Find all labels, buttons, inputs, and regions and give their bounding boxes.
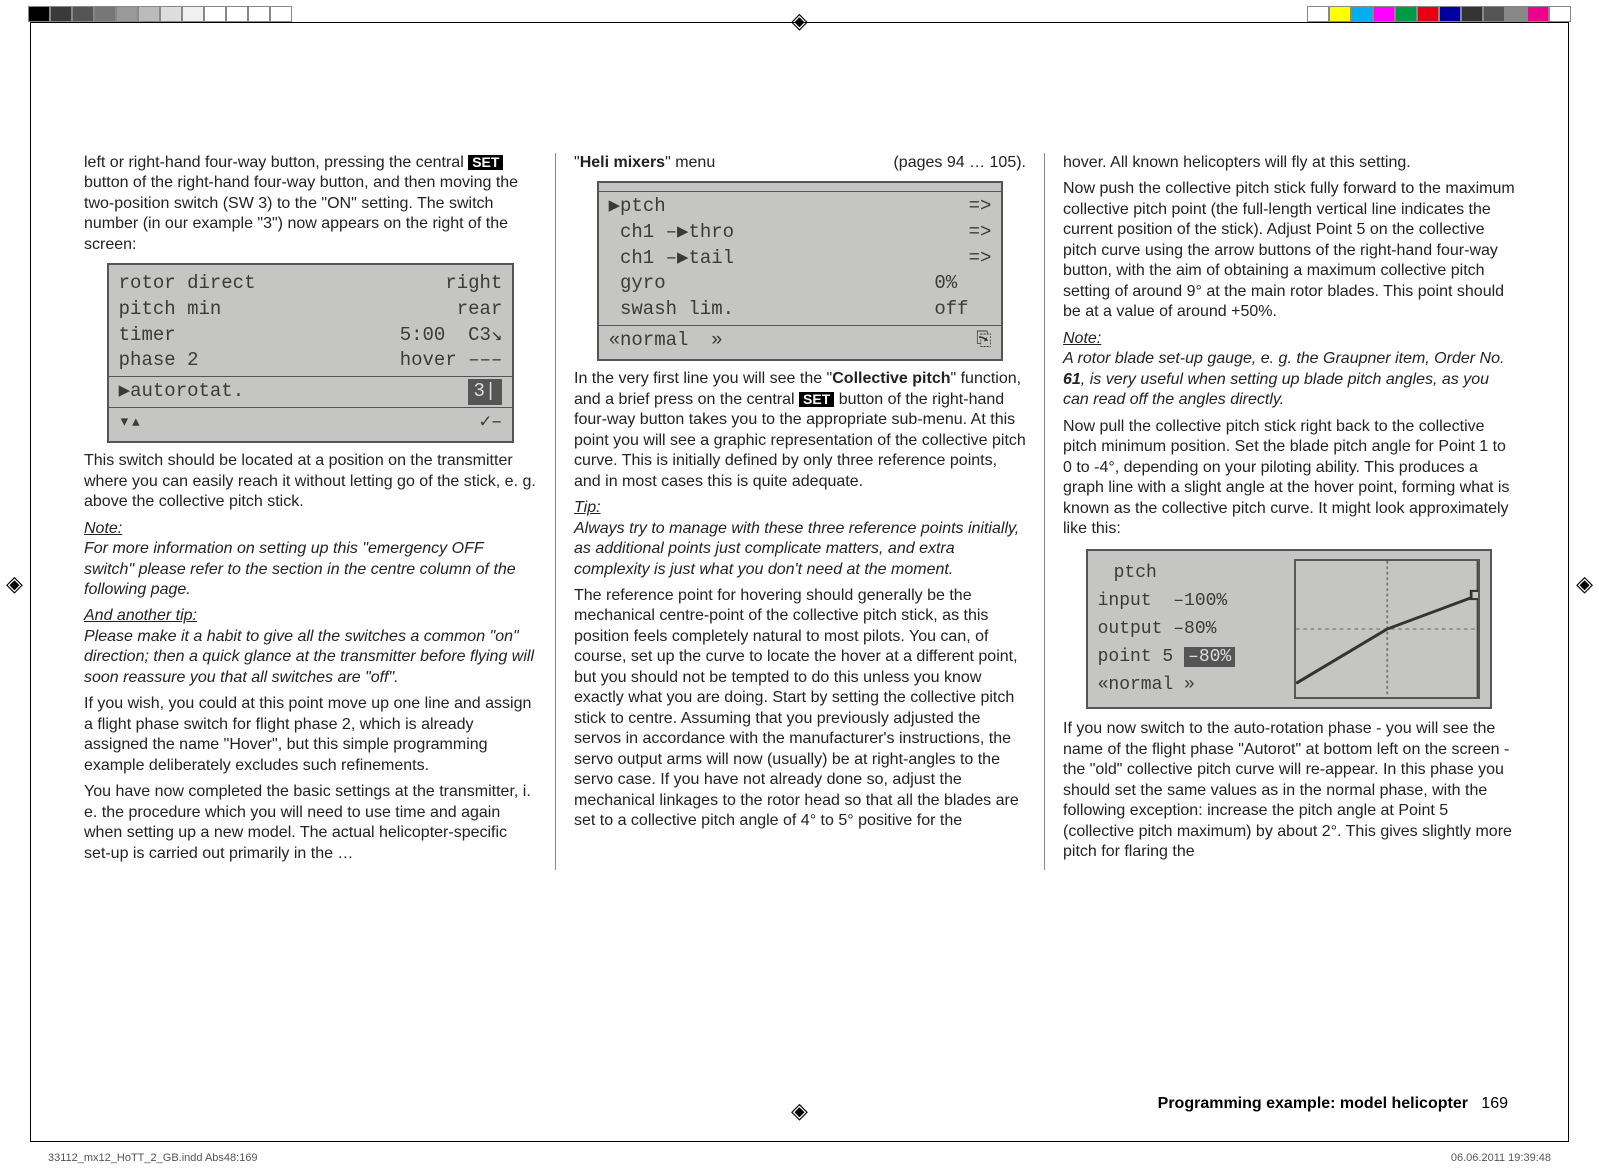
colorbar-right — [1307, 6, 1571, 22]
text: , is very useful when setting up blade p… — [1063, 371, 1489, 408]
lcd-row: timer5:00 C3↘ — [119, 323, 503, 349]
lcd-row-autorotat: ▶autorotat.3| — [119, 379, 503, 405]
graph-mode: «normal » — [1098, 674, 1284, 697]
column-2: "Heli mixers" menu (pages 94 … 105). ▶pt… — [555, 153, 1044, 870]
set-button-label: SET — [468, 155, 503, 170]
lcd-row: swash lim.off — [609, 297, 992, 323]
text: left or right-hand four-way button, pres… — [84, 154, 468, 171]
lcd-row: phase 2hover ––– — [119, 348, 503, 374]
text: button of the right-hand four-way button… — [84, 174, 518, 252]
menu-title: "Heli mixers" menu — [574, 153, 715, 173]
graph-title: ptch — [1114, 562, 1284, 585]
value: –80% — [1173, 619, 1216, 639]
lcd-row: ▶ptch=> — [609, 194, 992, 220]
timestamp: 06.06.2011 19:39:48 — [1451, 1152, 1551, 1164]
label: point 5 — [1098, 647, 1174, 667]
graph-plot-area — [1294, 559, 1480, 699]
menu-title-row: "Heli mixers" menu (pages 94 … 105). — [574, 153, 1026, 173]
body-text: The reference point for hovering should … — [574, 586, 1026, 832]
set-button-label: SET — [799, 392, 834, 407]
body-text: Now pull the collective pitch stick righ… — [1063, 417, 1515, 540]
registration-mark-icon: ◈ — [1576, 571, 1593, 597]
body-text: In the very first line you will see the … — [574, 369, 1026, 492]
label: input — [1098, 591, 1152, 611]
graph-row: output –80% — [1098, 618, 1284, 641]
lcd-row: gyro0% — [609, 271, 992, 297]
lcd-row: pitch minrear — [119, 297, 503, 323]
footer-section: Programming example: model helicopter — [1158, 1095, 1468, 1112]
page-frame: left or right-hand four-way button, pres… — [30, 22, 1569, 1142]
graph-row: point 5 –80% — [1098, 646, 1284, 669]
bold-text: Collective pitch — [832, 370, 950, 387]
curve-svg — [1296, 561, 1478, 697]
body-text: If you now switch to the auto-rotation p… — [1063, 719, 1515, 862]
lcd-screen-2: ▶ptch=> ch1 –▶thro=> ch1 –▶tail=> gyro0%… — [597, 181, 1004, 361]
file-ref: 33112_mx12_HoTT_2_GB.indd Abs48:169 — [48, 1152, 258, 1164]
note-body: For more information on setting up this … — [84, 539, 537, 600]
lcd-row: ch1 –▶tail=> — [609, 246, 992, 272]
lcd-footer-row: «normal »⎘ — [609, 328, 992, 354]
pitch-curve-graph: ptch input –100% output –80% point 5 –80… — [1086, 549, 1493, 709]
colorbar-left — [28, 6, 292, 22]
label: output — [1098, 619, 1163, 639]
tip-heading: Tip: — [574, 498, 1026, 518]
body-text: If you wish, you could at this point mov… — [84, 694, 537, 776]
tip-body: Always try to manage with these three re… — [574, 519, 1026, 580]
note-body: A rotor blade set-up gauge, e. g. the Gr… — [1063, 349, 1515, 410]
lcd-screen-1: rotor directrightpitch minreartimer5:00 … — [107, 263, 515, 443]
column-3: hover. All known helicopters will fly at… — [1044, 153, 1533, 870]
graph-row: input –100% — [1098, 590, 1284, 613]
note-heading: Note: — [84, 519, 537, 539]
text: A rotor blade set-up gauge, e. g. the Gr… — [1063, 350, 1504, 367]
body-text: hover. All known helicopters will fly at… — [1063, 153, 1515, 173]
graph-legend: ptch input –100% output –80% point 5 –80… — [1098, 559, 1284, 699]
imposition-footer: 33112_mx12_HoTT_2_GB.indd Abs48:169 06.0… — [48, 1152, 1551, 1164]
body-text: This switch should be located at a posit… — [84, 451, 537, 512]
lcd-row: ch1 –▶thro=> — [609, 220, 992, 246]
tip-heading: And another tip: — [84, 606, 537, 626]
value: –100% — [1173, 591, 1227, 611]
page-number: 169 — [1481, 1095, 1508, 1112]
body-text: You have now completed the basic setting… — [84, 782, 537, 864]
intro-paragraph: left or right-hand four-way button, pres… — [84, 153, 537, 255]
note-heading: Note: — [1063, 329, 1515, 349]
page-footer: Programming example: model helicopter 16… — [1158, 1095, 1508, 1113]
bold-text: 61 — [1063, 371, 1081, 388]
body-text: Now push the collective pitch stick full… — [1063, 179, 1515, 322]
tip-body: Please make it a habit to give all the s… — [84, 627, 537, 688]
menu-pages: (pages 94 … 105). — [893, 153, 1026, 173]
lcd-footer-row: ▾▴✓– — [119, 410, 503, 436]
registration-mark-icon: ◈ — [6, 571, 23, 597]
text: " menu — [665, 154, 715, 171]
text: In the very first line you will see the … — [574, 370, 832, 387]
column-1: left or right-hand four-way button, pres… — [66, 153, 555, 870]
lcd-row: rotor directright — [119, 271, 503, 297]
menu-title-bold: Heli mixers — [580, 154, 665, 171]
value-highlight: –80% — [1184, 647, 1235, 667]
